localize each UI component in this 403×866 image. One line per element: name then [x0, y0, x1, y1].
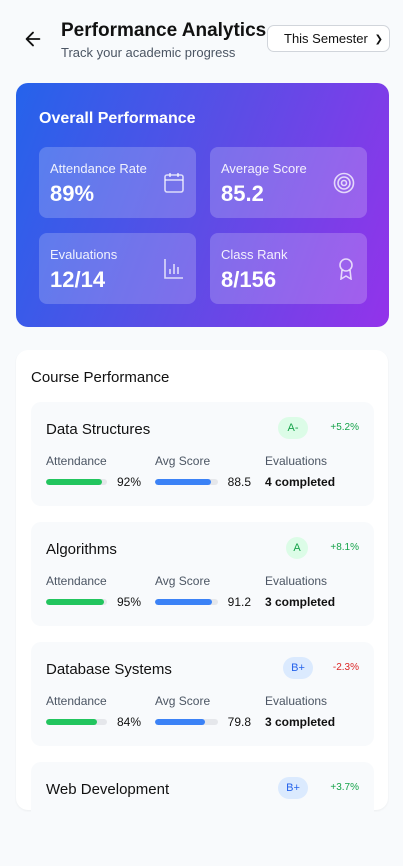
trend-value: +8.1%: [330, 542, 359, 553]
stat-label: Evaluations: [50, 247, 118, 262]
target-icon: [333, 172, 355, 194]
avg-score-label: Avg Score: [155, 694, 211, 708]
course-card[interactable]: Data Structures A- +5.2% Attendance Avg S…: [31, 402, 374, 506]
course-performance-panel: Course Performance Data Structures A- +5…: [16, 350, 388, 866]
attendance-fill: [46, 479, 103, 485]
score-fill: [155, 479, 211, 485]
course-card[interactable]: Algorithms A +8.1% Attendance Avg Score E…: [31, 522, 374, 626]
stat-value: 85.2: [221, 181, 264, 206]
attendance-label: Attendance: [46, 454, 107, 468]
stat-average-score: Average Score 85.2: [210, 147, 367, 218]
attendance-value: 84%: [116, 715, 141, 729]
avg-score-label: Avg Score: [155, 454, 211, 468]
stat-label: Attendance Rate: [50, 161, 147, 176]
trend-value: -2.3%: [332, 662, 359, 673]
grade-badge: B+: [278, 777, 308, 799]
award-icon: [339, 258, 353, 280]
attendance-label: Attendance: [46, 574, 107, 588]
calendar-icon: [164, 173, 184, 193]
course-name: Data Structures: [46, 421, 151, 438]
bar-chart-icon: [164, 259, 183, 279]
evaluations-value: 3 completed: [265, 715, 336, 729]
attendance-progress-bar: [46, 479, 107, 485]
grade-badge: B+: [283, 657, 313, 679]
page-title: Performance Analytics: [61, 20, 267, 41]
score-fill: [155, 719, 206, 725]
course-card[interactable]: Database Systems B+ -2.3% Attendance Avg …: [31, 642, 374, 746]
chevron-down-icon: ❯: [374, 34, 383, 45]
score-fill: [155, 599, 213, 605]
grade-badge: A-: [278, 417, 308, 439]
score-value: 79.8: [227, 715, 251, 729]
attendance-value: 92%: [116, 475, 141, 489]
score-progress-bar: [155, 719, 218, 725]
overall-title: Overall Performance: [39, 110, 196, 127]
attendance-value: 95%: [116, 595, 141, 609]
stat-value: 12/14: [50, 267, 106, 292]
course-name: Web Development: [46, 781, 170, 798]
stat-evaluations: Evaluations 12/14: [39, 233, 196, 304]
score-progress-bar: [155, 599, 218, 605]
course-name: Algorithms: [46, 541, 117, 558]
evaluations-label: Evaluations: [265, 574, 328, 588]
back-arrow-icon[interactable]: [22, 28, 44, 50]
overall-performance-card: Overall Performance Attendance Rate 89% …: [16, 83, 389, 327]
course-card[interactable]: Web Development B+ +3.7%: [31, 762, 374, 866]
score-progress-bar: [155, 479, 218, 485]
score-value: 88.5: [227, 475, 251, 489]
stat-attendance-rate: Attendance Rate 89%: [39, 147, 196, 218]
attendance-progress-bar: [46, 599, 107, 605]
attendance-fill: [46, 599, 104, 605]
period-value: This Semester: [284, 31, 368, 46]
stat-label: Class Rank: [221, 247, 288, 262]
trend-value: +5.2%: [330, 422, 359, 433]
stat-class-rank: Class Rank 8/156: [210, 233, 367, 304]
stat-value: 8/156: [221, 267, 277, 292]
stat-value: 89%: [50, 181, 95, 206]
evaluations-label: Evaluations: [265, 694, 328, 708]
score-value: 91.2: [227, 595, 251, 609]
evaluations-value: 4 completed: [265, 475, 336, 489]
grade-badge: A: [286, 537, 308, 559]
page-subtitle: Track your academic progress: [61, 45, 236, 60]
avg-score-label: Avg Score: [155, 574, 211, 588]
header: Performance Analytics Track your academi…: [0, 0, 403, 75]
trend-value: +3.7%: [330, 782, 359, 793]
course-performance-title: Course Performance: [31, 369, 170, 386]
evaluations-label: Evaluations: [265, 454, 328, 468]
course-name: Database Systems: [46, 661, 172, 678]
attendance-progress-bar: [46, 719, 107, 725]
attendance-fill: [46, 719, 98, 725]
stat-label: Average Score: [221, 161, 307, 176]
period-select[interactable]: This Semester ❯: [267, 25, 390, 52]
attendance-label: Attendance: [46, 694, 107, 708]
evaluations-value: 3 completed: [265, 595, 336, 609]
